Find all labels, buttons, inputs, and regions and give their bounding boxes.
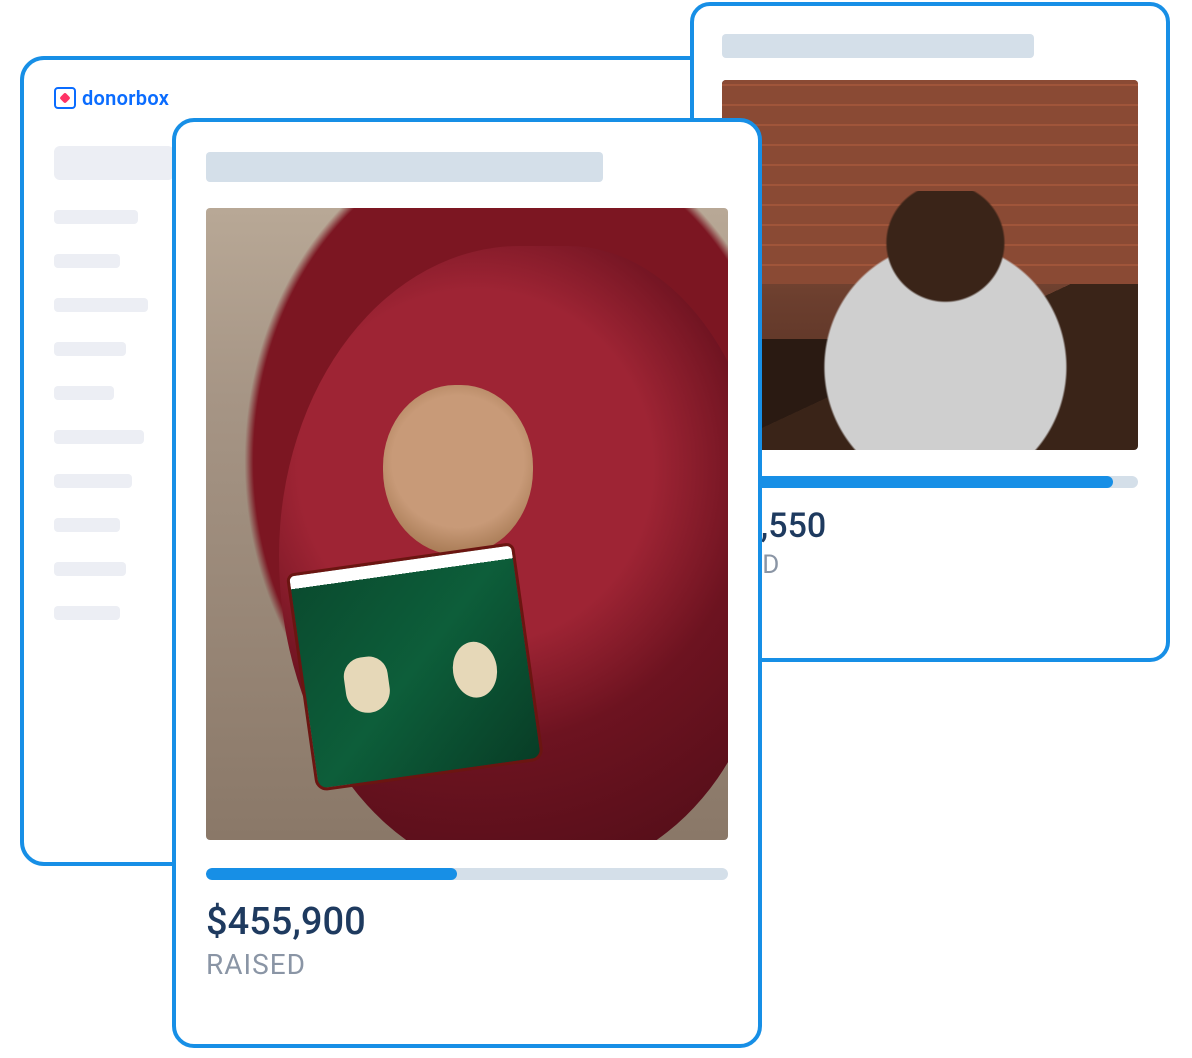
sidebar-item[interactable]: [54, 298, 148, 312]
sidebar-item[interactable]: [54, 606, 120, 620]
campaign-title-placeholder: [722, 34, 1034, 58]
campaign-card-primary[interactable]: $455,900 RAISED: [172, 118, 762, 1048]
heart-icon: [59, 92, 70, 103]
sidebar-item[interactable]: [54, 518, 120, 532]
campaign-image: [722, 80, 1138, 450]
sidebar-item-active[interactable]: [54, 146, 174, 180]
campaign-image: [206, 208, 728, 840]
brand-logo: donorbox: [54, 86, 726, 110]
progress-bar: [206, 868, 728, 880]
logo-box-icon: [54, 87, 76, 109]
progress-bar: [722, 476, 1138, 488]
sidebar-item[interactable]: [54, 342, 126, 356]
campaign-card-secondary[interactable]: 89,550 ISED: [690, 2, 1170, 662]
sidebar-item[interactable]: [54, 386, 114, 400]
campaign-title-placeholder: [206, 152, 603, 182]
amount-raised: 89,550: [722, 506, 1138, 546]
amount-raised: $455,900: [206, 900, 728, 944]
sidebar: [54, 146, 174, 836]
sidebar-item[interactable]: [54, 562, 126, 576]
sidebar-item[interactable]: [54, 474, 132, 488]
sidebar-item[interactable]: [54, 430, 144, 444]
progress-fill: [722, 476, 1113, 488]
brand-name: donorbox: [82, 86, 169, 110]
progress-fill: [206, 868, 457, 880]
sidebar-item[interactable]: [54, 254, 120, 268]
raised-label: RAISED: [206, 948, 728, 981]
sidebar-item[interactable]: [54, 210, 138, 224]
raised-label: ISED: [722, 550, 1138, 580]
